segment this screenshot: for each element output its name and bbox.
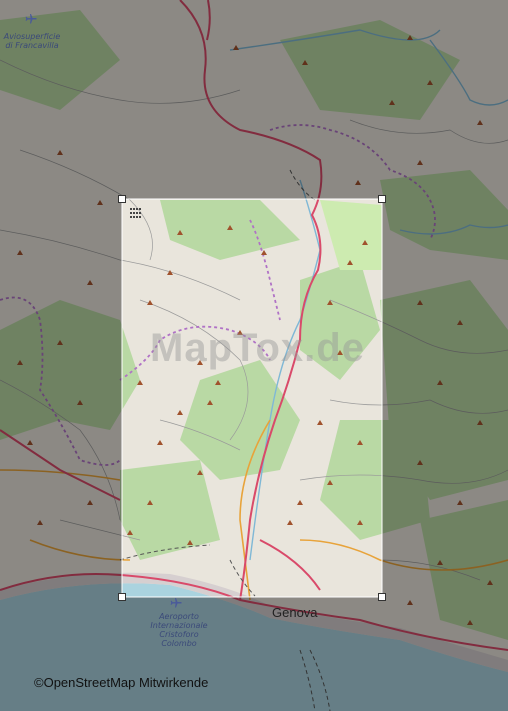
watermark: MapTox.de <box>150 326 365 370</box>
grid-icon[interactable] <box>130 208 143 219</box>
map-attribution: ©OpenStreetMap Mitwirkende <box>34 675 209 690</box>
airport-label: Aeroporto Internazionale Cristoforo Colo… <box>150 612 208 648</box>
handle-top-right[interactable] <box>378 195 386 203</box>
handle-bottom-right[interactable] <box>378 593 386 601</box>
handle-bottom-left[interactable] <box>118 593 126 601</box>
city-label: Genova <box>272 605 318 620</box>
airfield-label: Aviosuperficie di Francavilla <box>3 32 61 50</box>
handle-top-left[interactable] <box>118 195 126 203</box>
